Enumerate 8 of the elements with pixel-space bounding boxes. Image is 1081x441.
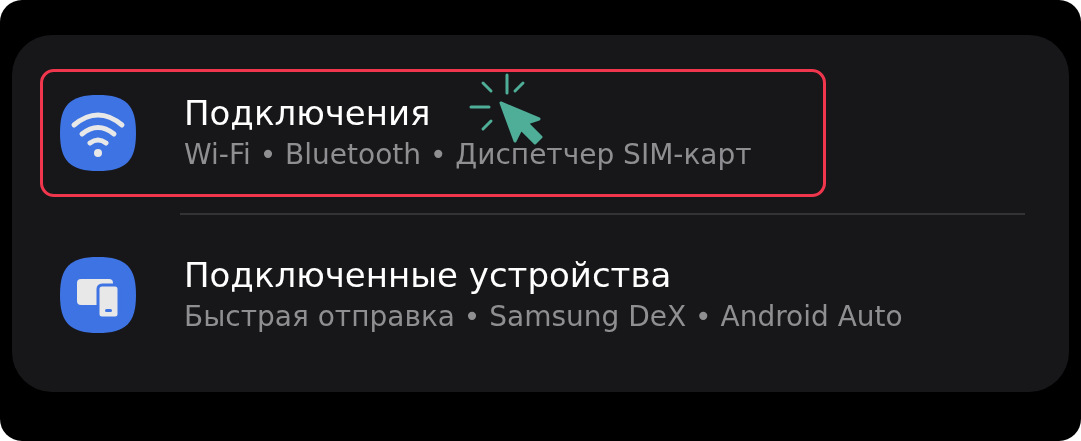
wifi-icon [58,93,138,173]
devices-icon [58,255,138,335]
settings-item[interactable]: Подключения Wi-Fi • Bluetooth • Диспетчер SIM-карт [40,69,826,197]
item-subtitle: Быстрая отправка • Samsung DeX • Android Auto [184,299,903,335]
item-title: Подключения [184,93,431,133]
item-title: Подключенные устройства [184,255,672,295]
item-subtitle: Wi-Fi • Bluetooth • Диспетчер SIM-карт [184,137,752,173]
settings-item[interactable]: Подключенные устройства Быстрая отправка • Samsung DeX • Android Auto [40,231,922,359]
